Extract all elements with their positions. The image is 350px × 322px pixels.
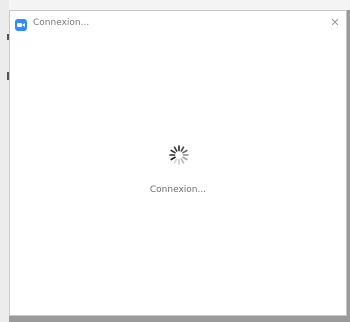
- window-title: Connexion...: [33, 18, 90, 28]
- close-button[interactable]: ✕: [328, 16, 342, 30]
- loading-spinner-icon: [169, 145, 189, 165]
- connecting-status-label: Connexion...: [149, 185, 207, 195]
- close-icon: ✕: [330, 16, 340, 29]
- title-bar[interactable]: Connexion... ✕: [10, 11, 346, 39]
- desktop-background: Connexion... ✕ Connexion...: [0, 0, 350, 322]
- background-window-left-edge: [0, 0, 9, 322]
- connecting-dialog: Connexion... ✕ Connexion...: [9, 10, 347, 316]
- background-window-edge: [0, 0, 350, 10]
- video-camera-icon: [15, 19, 27, 31]
